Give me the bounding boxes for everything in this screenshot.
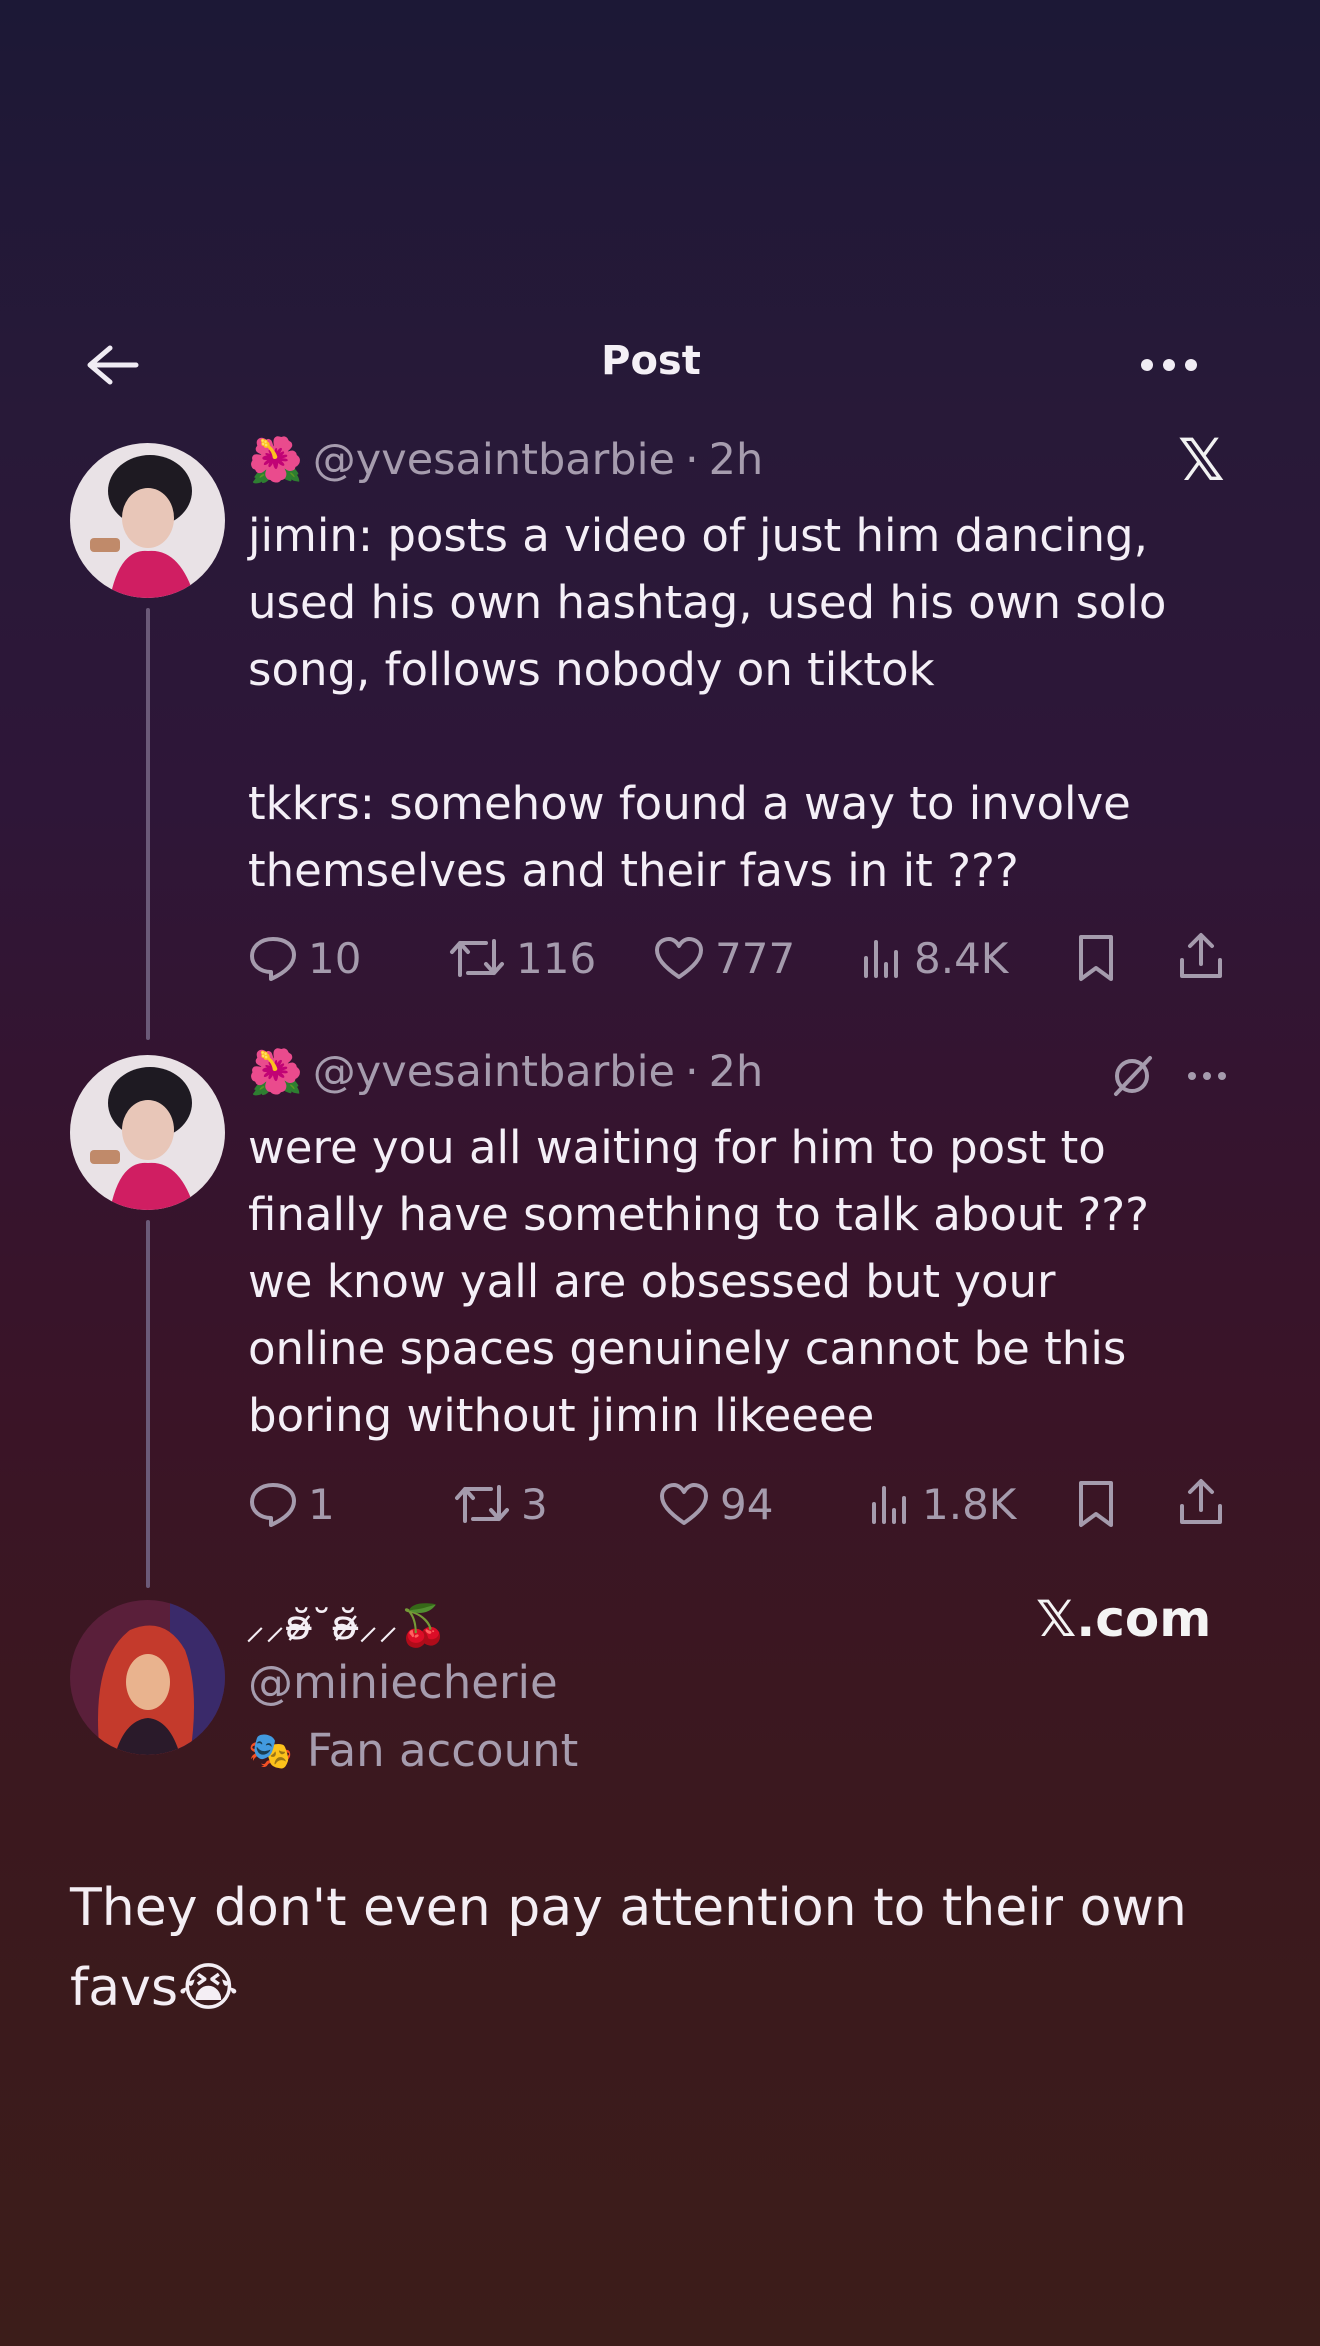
display-name[interactable]: ⸝⸝ʚ̴̶̷̆˘ʚ̴̶̷̆⸝⸝🍒 — [245, 1596, 448, 1651]
reply-icon — [250, 1483, 296, 1527]
repost-button[interactable]: 3 — [453, 1480, 548, 1529]
hibiscus-icon: 🌺 — [248, 435, 303, 486]
like-button[interactable]: 94 — [658, 1480, 773, 1529]
x-logo-icon: 𝕏 — [1178, 426, 1225, 494]
tweet-text: jimin: posts a video of just him dancing… — [248, 509, 1167, 897]
repost-button[interactable]: 116 — [448, 934, 596, 983]
views-count: 1.8K — [922, 1479, 1017, 1529]
share-icon[interactable] — [1178, 932, 1224, 980]
fan-account-label: Fan account — [306, 1724, 579, 1777]
tweet-time[interactable]: 2h — [709, 1047, 764, 1097]
avatar[interactable] — [70, 1055, 225, 1210]
tweet-text: were you all waiting for him to post to … — [248, 1121, 1150, 1442]
reply-button[interactable]: 1 — [248, 1480, 335, 1529]
more-options-icon[interactable] — [1186, 1070, 1228, 1082]
thread-line — [146, 608, 150, 1040]
page-title: Post — [601, 338, 701, 384]
repost-count: 116 — [516, 933, 597, 983]
account-handle[interactable]: @miniecherie — [248, 1656, 558, 1709]
repost-icon — [455, 1485, 509, 1523]
separator: · — [684, 1047, 699, 1097]
heart-icon — [660, 1483, 708, 1525]
bookmark-icon[interactable] — [1076, 1480, 1116, 1528]
mask-icon: 🎭 — [248, 1730, 293, 1772]
grok-icon[interactable] — [1110, 1054, 1154, 1098]
tweet-header: 🌺 @yvesaintbarbie · 2h — [248, 1046, 763, 1098]
reply-count: 1 — [308, 1479, 335, 1529]
views-button[interactable]: 1.8K — [868, 1480, 1016, 1529]
tweet-actions: 1 3 94 1.8K — [248, 1476, 1228, 1532]
bookmark-icon[interactable] — [1076, 934, 1116, 982]
views-icon — [872, 1486, 906, 1524]
tweet-header: 🌺 @yvesaintbarbie · 2h — [248, 434, 763, 486]
like-count: 777 — [715, 933, 796, 983]
site-label: 𝕏.com — [1036, 1590, 1212, 1648]
avatar[interactable] — [70, 443, 225, 598]
like-count: 94 — [720, 1479, 774, 1529]
avatar[interactable] — [70, 1600, 225, 1755]
hibiscus-icon: 🌺 — [248, 1047, 303, 1098]
views-icon — [864, 940, 898, 978]
views-count: 8.4K — [914, 933, 1009, 983]
repost-icon — [450, 939, 504, 977]
account-label: 🎭 Fan account — [248, 1724, 578, 1777]
thread-line — [146, 1220, 150, 1588]
tweet-actions: 10 116 777 8.4K — [248, 930, 1228, 986]
post-text: They don't even pay attention to their o… — [70, 1878, 1187, 2018]
tweet-time[interactable]: 2h — [709, 435, 764, 485]
tweet-handle[interactable]: @yvesaintbarbie — [313, 435, 675, 485]
reply-button[interactable]: 10 — [248, 934, 361, 983]
tweet-handle[interactable]: @yvesaintbarbie — [313, 1047, 675, 1097]
reply-count: 10 — [308, 933, 362, 983]
more-options-icon[interactable] — [1138, 352, 1200, 378]
repost-count: 3 — [521, 1479, 548, 1529]
like-button[interactable]: 777 — [653, 934, 795, 983]
share-icon[interactable] — [1178, 1478, 1224, 1526]
views-button[interactable]: 8.4K — [860, 934, 1008, 983]
heart-icon — [655, 937, 703, 979]
reply-icon — [250, 937, 296, 981]
separator: · — [684, 435, 699, 485]
